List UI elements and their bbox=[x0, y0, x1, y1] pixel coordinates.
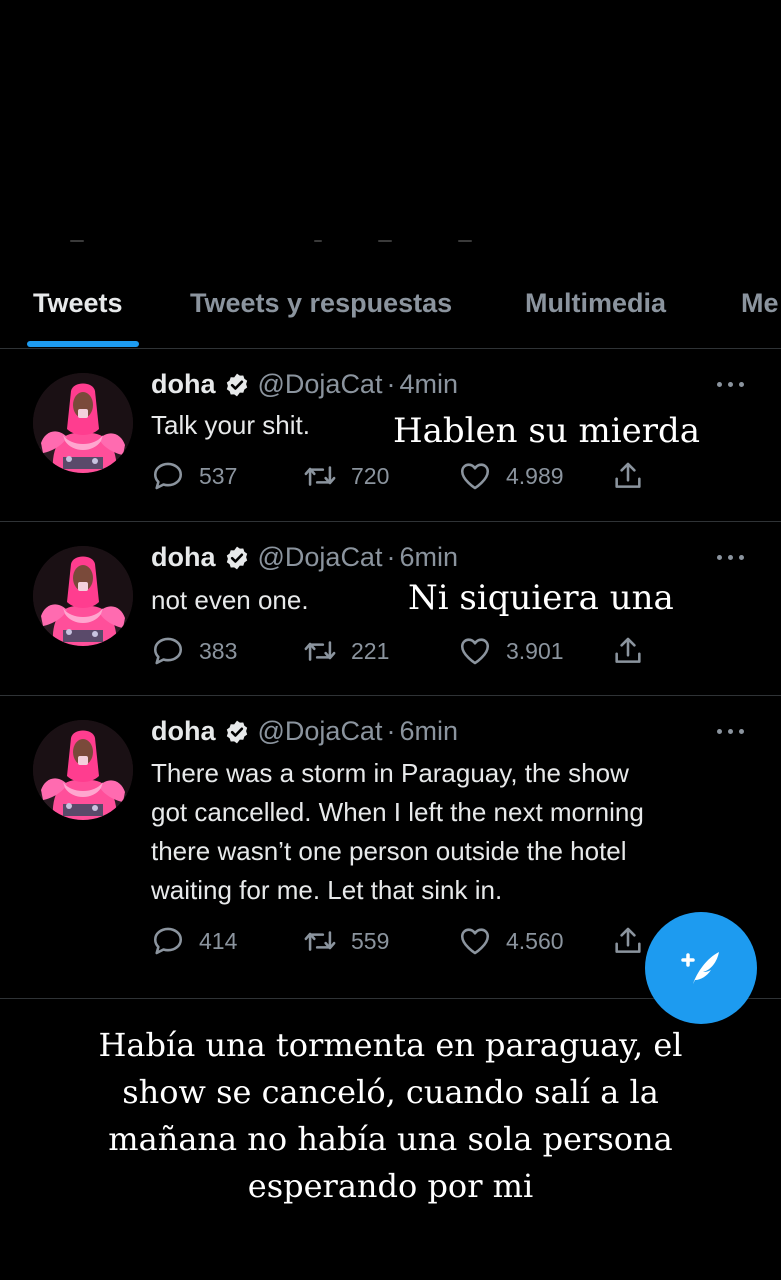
retweet-icon bbox=[303, 634, 337, 668]
translation-overlay: Ni siquiera una bbox=[408, 578, 674, 618]
caption-line: mañana no había una sola persona bbox=[108, 1120, 673, 1158]
avatar-image bbox=[33, 720, 133, 820]
active-tab-indicator bbox=[27, 341, 139, 347]
tweet-actions: 537 720 4.989 bbox=[151, 459, 651, 495]
like-count: 4.560 bbox=[506, 927, 564, 954]
tab-likes[interactable]: Me bbox=[741, 288, 779, 319]
share-button[interactable] bbox=[611, 459, 659, 493]
author-name[interactable]: doha bbox=[151, 369, 216, 400]
tweet-2[interactable]: doha @DojaCat · 6min not even one. Ni si… bbox=[0, 522, 781, 696]
separator-dot: · bbox=[386, 369, 396, 399]
like-count: 4.989 bbox=[506, 462, 564, 489]
tweet-text: There was a storm in Paraguay, the show … bbox=[151, 754, 751, 910]
avatar[interactable] bbox=[33, 546, 133, 646]
heart-icon bbox=[458, 459, 492, 493]
tweet-text-line: there wasn’t one person outside the hote… bbox=[151, 836, 627, 866]
caption-line: Había una tormenta en paraguay, el bbox=[98, 1026, 683, 1064]
share-icon bbox=[611, 924, 645, 958]
like-button[interactable]: 4.989 bbox=[458, 459, 564, 493]
tweet-time[interactable]: 4min bbox=[399, 369, 458, 400]
tweet-time[interactable]: 6min bbox=[399, 716, 458, 747]
reply-icon bbox=[151, 634, 185, 668]
reply-count: 383 bbox=[199, 637, 238, 664]
heart-icon bbox=[458, 634, 492, 668]
tweet-text-line: got cancelled. When I left the next morn… bbox=[151, 797, 644, 827]
caption-line: esperando por mi bbox=[247, 1167, 534, 1205]
avatar-image bbox=[33, 373, 133, 473]
reply-count: 537 bbox=[199, 462, 238, 489]
reply-button[interactable]: 537 bbox=[151, 459, 237, 493]
retweet-button[interactable]: 221 bbox=[303, 634, 389, 668]
retweet-count: 559 bbox=[351, 927, 390, 954]
tweet-header: doha @DojaCat · 6min bbox=[151, 542, 458, 573]
reply-button[interactable]: 383 bbox=[151, 634, 237, 668]
retweet-icon bbox=[303, 924, 337, 958]
author-name[interactable]: doha bbox=[151, 716, 216, 747]
tab-tweets-and-replies[interactable]: Tweets y respuestas bbox=[190, 288, 452, 319]
tab-media[interactable]: Multimedia bbox=[525, 288, 666, 319]
compose-tweet-icon bbox=[681, 952, 719, 984]
caption-line: show se canceló, cuando salí a la bbox=[122, 1073, 659, 1111]
like-button[interactable]: 4.560 bbox=[458, 924, 564, 958]
retweet-button[interactable]: 720 bbox=[303, 459, 389, 493]
author-handle[interactable]: @DojaCat bbox=[258, 369, 383, 400]
profile-tabs: Tweets Tweets y respuestas Multimedia Me bbox=[0, 270, 781, 349]
reply-count: 414 bbox=[199, 927, 238, 954]
tweet-actions: 414 559 4.560 bbox=[151, 924, 651, 960]
tweet-header: doha @DojaCat · 4min bbox=[151, 369, 458, 400]
retweet-count: 720 bbox=[351, 462, 390, 489]
reply-icon bbox=[151, 459, 185, 493]
tweet-text-line: There was a storm in Paraguay, the show bbox=[151, 758, 629, 788]
like-button[interactable]: 3.901 bbox=[458, 634, 564, 668]
verified-badge-icon bbox=[224, 719, 250, 745]
separator-dot: · bbox=[386, 542, 396, 572]
more-icon[interactable] bbox=[717, 552, 747, 562]
tweet-actions: 383 221 3.901 bbox=[151, 634, 651, 670]
translation-overlay: Hablen su mierda bbox=[393, 411, 701, 451]
verified-badge-icon bbox=[224, 545, 250, 571]
translation-caption: Había una tormenta en paraguay, el show … bbox=[0, 1022, 781, 1210]
reply-icon bbox=[151, 924, 185, 958]
clipped-header-remnant bbox=[0, 238, 781, 244]
compose-tweet-button[interactable] bbox=[645, 912, 757, 1024]
tweet-1[interactable]: doha @DojaCat · 4min Talk your shit. Hab… bbox=[0, 349, 781, 522]
heart-icon bbox=[458, 924, 492, 958]
avatar[interactable] bbox=[33, 373, 133, 473]
avatar-image bbox=[33, 546, 133, 646]
tweet-header: doha @DojaCat · 6min bbox=[151, 716, 458, 747]
tab-tweets[interactable]: Tweets bbox=[33, 288, 123, 319]
more-icon[interactable] bbox=[717, 726, 747, 736]
tweet-time[interactable]: 6min bbox=[399, 542, 458, 573]
retweet-count: 221 bbox=[351, 637, 390, 664]
verified-badge-icon bbox=[224, 372, 250, 398]
retweet-icon bbox=[303, 459, 337, 493]
tweet-text-line: waiting for me. Let that sink in. bbox=[151, 875, 503, 905]
author-handle[interactable]: @DojaCat bbox=[258, 542, 383, 573]
retweet-button[interactable]: 559 bbox=[303, 924, 389, 958]
like-count: 3.901 bbox=[506, 637, 564, 664]
reply-button[interactable]: 414 bbox=[151, 924, 237, 958]
share-icon bbox=[611, 634, 645, 668]
share-icon bbox=[611, 459, 645, 493]
separator-dot: · bbox=[386, 716, 396, 746]
avatar[interactable] bbox=[33, 720, 133, 820]
share-button[interactable] bbox=[611, 634, 659, 668]
author-name[interactable]: doha bbox=[151, 542, 216, 573]
author-handle[interactable]: @DojaCat bbox=[258, 716, 383, 747]
more-icon[interactable] bbox=[717, 379, 747, 389]
